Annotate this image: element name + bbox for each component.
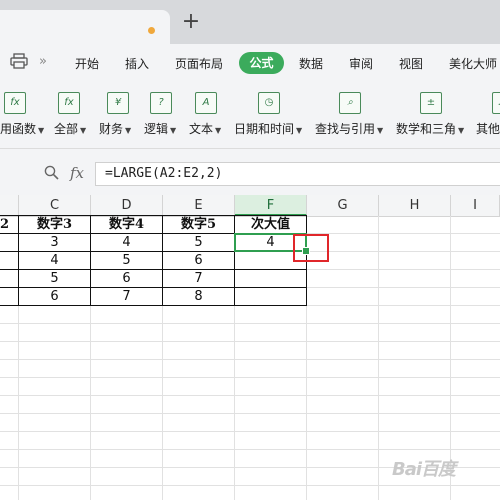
ribbon-logical[interactable]: 逻辑 ▼ xyxy=(144,120,176,137)
table-cell[interactable]: 5 xyxy=(19,270,90,288)
menu-beautify[interactable]: 美化大师 xyxy=(449,55,497,72)
document-tab[interactable] xyxy=(0,10,170,44)
gridline xyxy=(0,377,500,378)
column-header-h[interactable]: H xyxy=(379,195,451,216)
ribbon-financial[interactable]: 财务 ▼ xyxy=(99,120,131,137)
table-header-cell[interactable]: 数字3 xyxy=(19,216,90,234)
table-cell[interactable]: 5 xyxy=(91,252,162,270)
table-cell[interactable]: 6 xyxy=(19,288,90,306)
table-header-cell[interactable]: 次大值 xyxy=(235,216,306,234)
table-header-partial[interactable]: 2 xyxy=(0,216,9,234)
table-cell[interactable]: 6 xyxy=(163,252,234,270)
table-cell[interactable]: 8 xyxy=(163,288,234,306)
menu-insert[interactable]: 插入 xyxy=(125,55,149,72)
printer-icon[interactable] xyxy=(10,53,28,69)
table-cell[interactable] xyxy=(235,288,306,306)
column-header-i[interactable]: I xyxy=(451,195,500,216)
date-time-icon[interactable]: ◷ xyxy=(258,92,280,114)
gridline xyxy=(0,323,500,324)
gridline xyxy=(0,449,500,450)
menu-view[interactable]: 视图 xyxy=(399,55,423,72)
more-menu-icon[interactable]: » xyxy=(39,54,47,69)
unsaved-dot-icon xyxy=(148,27,155,34)
table-cell[interactable]: 4 xyxy=(19,252,90,270)
all-functions-icon[interactable]: fx xyxy=(58,92,80,114)
ribbon-math-trig[interactable]: 数学和三角 ▼ xyxy=(396,120,464,137)
zoom-icon[interactable] xyxy=(44,165,59,180)
title-bar: + xyxy=(0,0,500,44)
menu-review[interactable]: 审阅 xyxy=(349,55,373,72)
gridline xyxy=(378,216,379,500)
column-header-g[interactable]: G xyxy=(307,195,379,216)
table-header-cell[interactable]: 数字4 xyxy=(91,216,162,234)
table-cell[interactable]: 6 xyxy=(91,270,162,288)
table-cell[interactable]: 3 xyxy=(19,234,90,252)
lookup-reference-icon[interactable]: ⌕ xyxy=(339,92,361,114)
table-cell[interactable]: 4 xyxy=(91,234,162,252)
ribbon-all-functions[interactable]: 全部 ▼ xyxy=(54,120,86,137)
menu-formulas[interactable]: 公式 xyxy=(239,52,284,74)
other-functions-icon[interactable]: … xyxy=(492,92,500,114)
column-header-d[interactable]: D xyxy=(91,195,163,216)
column-header-c[interactable]: C xyxy=(19,195,91,216)
gridline xyxy=(0,341,500,342)
ribbon-other-functions[interactable]: 其他 xyxy=(476,120,500,137)
menu-data[interactable]: 数据 xyxy=(299,55,323,72)
fx-insert-function-icon[interactable]: fx xyxy=(70,164,84,182)
math-trig-icon[interactable]: ± xyxy=(420,92,442,114)
column-header-f[interactable]: F xyxy=(235,195,307,216)
highlight-annotation-box xyxy=(293,234,329,262)
menu-home[interactable]: 开始 xyxy=(75,55,99,72)
gridline xyxy=(0,431,500,432)
ribbon-recent-functions[interactable]: 用函数 ▼ xyxy=(0,120,44,137)
ribbon-text[interactable]: 文本 ▼ xyxy=(189,120,221,137)
table-cell[interactable] xyxy=(235,270,306,288)
text-icon[interactable]: A xyxy=(195,92,217,114)
new-tab-icon[interactable]: + xyxy=(180,11,202,34)
ribbon-date-time[interactable]: 日期和时间 ▼ xyxy=(234,120,302,137)
column-header-partial[interactable] xyxy=(0,195,19,216)
ribbon-lookup-reference[interactable]: 查找与引用 ▼ xyxy=(315,120,383,137)
recent-function-icon[interactable]: fx xyxy=(4,92,26,114)
gridline xyxy=(0,413,500,414)
table-cell[interactable]: 7 xyxy=(91,288,162,306)
logical-icon[interactable]: ? xyxy=(150,92,172,114)
financial-icon[interactable]: ¥ xyxy=(107,92,129,114)
watermark: Bai百度 xyxy=(392,459,456,480)
formula-input[interactable]: =LARGE(A2:E2,2) xyxy=(95,162,500,186)
table-cell[interactable]: 7 xyxy=(163,270,234,288)
table-header-cell[interactable]: 数字5 xyxy=(163,216,234,234)
gridline xyxy=(0,395,500,396)
gridline xyxy=(0,359,500,360)
menu-page-layout[interactable]: 页面布局 xyxy=(175,55,223,72)
gridline xyxy=(0,485,500,486)
column-header-e[interactable]: E xyxy=(163,195,235,216)
table-cell[interactable]: 5 xyxy=(163,234,234,252)
